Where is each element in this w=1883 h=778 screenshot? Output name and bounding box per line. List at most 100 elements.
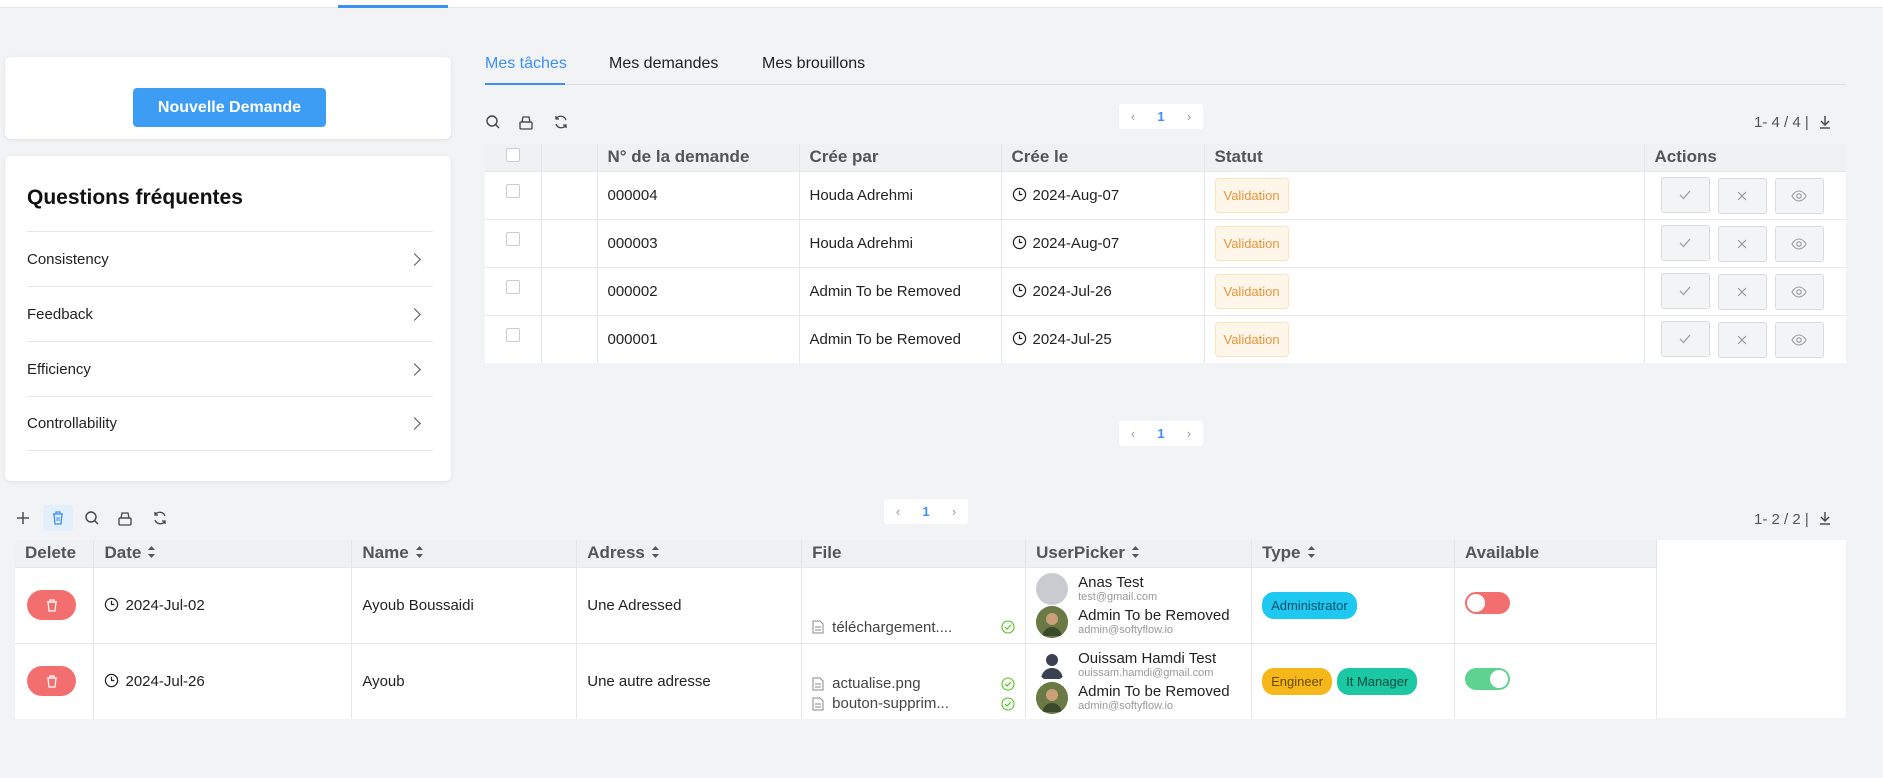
approve-button[interactable] [1660,176,1710,213]
next-page-icon[interactable]: › [1175,421,1203,446]
col-userpicker[interactable]: UserPicker [1025,540,1253,567]
table-row[interactable]: 2024-Jul-02 Ayoub Boussaidi Une Adressed té… [15,566,1657,643]
new-request-button[interactable]: Nouvelle Demande [133,88,326,127]
user-name: Admin To be Removed [1078,682,1230,700]
prev-page-icon[interactable]: ‹ [884,499,912,524]
table-row[interactable]: 2024-Jul-26 Ayoub Une autre adresse actuali… [15,642,1657,719]
clear-filter-icon[interactable] [518,115,534,131]
current-page[interactable]: 1 [1147,104,1175,129]
user-item[interactable]: Ouissam Hamdi Test ouissam.hamdi@gmail.co… [1036,648,1241,681]
view-button[interactable] [1774,273,1824,310]
current-page[interactable]: 1 [912,499,940,524]
tab-mes-brouillons[interactable]: Mes brouillons [762,55,865,73]
col-type-label: Type [1262,543,1301,563]
sort-icon[interactable] [1307,545,1316,559]
row-checkbox[interactable] [505,183,520,198]
current-page[interactable]: 1 [1147,421,1175,446]
available-toggle[interactable] [1465,592,1511,614]
search-icon[interactable] [485,114,501,130]
table-row[interactable]: 000003 Houda Adrehmi 2024-Aug-07 Validation [485,218,1846,267]
date-cell: 2024-Jul-02 [93,566,353,643]
avatar [1036,681,1069,714]
faq-item-controllability[interactable]: Controllability [27,396,433,451]
refresh-icon[interactable] [152,510,168,526]
reject-button[interactable] [1717,177,1767,214]
row-expand-cell [541,170,598,219]
col-created-by[interactable]: Crée par [799,144,1002,171]
delete-row-button[interactable] [27,590,76,620]
tabs-divider [485,84,1846,85]
trash-icon [46,675,57,688]
delete-selected-button[interactable] [43,505,73,531]
reject-button[interactable] [1717,225,1767,262]
col-name[interactable]: Name [351,540,578,567]
prev-page-icon[interactable]: ‹ [1119,104,1147,129]
faq-item-feedback[interactable]: Feedback [27,286,433,341]
delete-row-button[interactable] [27,666,76,697]
row-expand-cell [541,266,598,315]
col-status[interactable]: Statut [1204,144,1645,171]
col-delete: Delete [15,540,95,567]
faq-item-label: Controllability [27,415,118,432]
next-page-icon[interactable]: › [940,499,968,524]
check-icon [1679,190,1691,199]
faq-item-consistency[interactable]: Consistency [27,231,433,286]
col-date-label: Date [104,543,142,563]
col-date[interactable]: Date [93,540,353,567]
select-all-checkbox[interactable] [505,148,520,163]
download-icon[interactable] [1817,114,1833,130]
col-adress[interactable]: Adress [576,540,803,567]
file-item[interactable]: téléchargement.... [812,619,1015,636]
available-toggle[interactable] [1465,668,1511,691]
tasks-table: N° de la demande Crée par Crée le Statut… [485,144,1846,363]
userpicker-cell: Anas Test test@gmail.com Admin To be Remov… [1025,566,1253,643]
file-cell: actualise.png bouton-supprim... [801,642,1027,719]
download-icon[interactable] [1817,510,1833,526]
table-row[interactable]: 000004 Houda Adrehmi 2024-Aug-07 Validation [485,170,1846,219]
faq-item-efficiency[interactable]: Efficiency [27,341,433,396]
row-checkbox[interactable] [505,327,520,342]
reject-button[interactable] [1717,321,1767,358]
sort-icon[interactable] [651,545,660,559]
close-icon [1737,287,1747,296]
sort-icon[interactable] [1131,545,1140,559]
created-on: 2024-Aug-07 [1001,218,1205,267]
next-page-icon[interactable]: › [1175,104,1203,129]
clear-filter-icon[interactable] [117,511,133,527]
refresh-icon[interactable] [553,114,569,130]
table-row[interactable]: 000002 Admin To be Removed 2024-Jul-26 Vali… [485,266,1846,315]
file-item[interactable]: actualise.png [812,675,1015,692]
row-checkbox[interactable] [505,279,520,294]
approve-button[interactable] [1660,320,1710,357]
row-select-cell [485,314,542,363]
add-icon[interactable] [15,510,31,526]
file-item[interactable]: bouton-supprim... [812,695,1015,712]
reject-button[interactable] [1717,273,1767,310]
created-by: Houda Adrehmi [799,218,1002,267]
prev-page-icon[interactable]: ‹ [1119,421,1147,446]
tab-mes-demandes[interactable]: Mes demandes [609,55,718,73]
approve-button[interactable] [1660,272,1710,309]
col-type[interactable]: Type [1251,540,1456,567]
row-checkbox[interactable] [505,231,520,246]
col-request-number[interactable]: N° de la demande [597,144,800,171]
user-email: admin@softyflow.io [1078,699,1174,712]
row-select-cell [485,170,542,219]
search-icon[interactable] [84,510,100,526]
user-name: Anas Test [1078,573,1144,591]
tab-mes-taches[interactable]: Mes tâches [485,55,567,73]
created-by: Admin To be Removed [799,266,1002,315]
user-item[interactable]: Admin To be Removed admin@softyflow.io [1036,605,1241,638]
user-item[interactable]: Admin To be Removed admin@softyflow.io [1036,681,1241,714]
view-button[interactable] [1774,225,1824,262]
approve-button[interactable] [1660,224,1710,261]
col-created-on[interactable]: Crée le [1001,144,1205,171]
sort-icon[interactable] [147,545,156,559]
sort-icon[interactable] [415,545,424,559]
faq-title: Questions fréquentes [27,186,243,209]
view-button[interactable] [1774,321,1824,358]
faq-card: Questions fréquentes Consistency Feedbac… [5,156,451,481]
user-item[interactable]: Anas Test test@gmail.com [1036,572,1241,605]
view-button[interactable] [1774,177,1824,214]
table-row[interactable]: 000001 Admin To be Removed 2024-Jul-25 Vali… [485,314,1846,363]
